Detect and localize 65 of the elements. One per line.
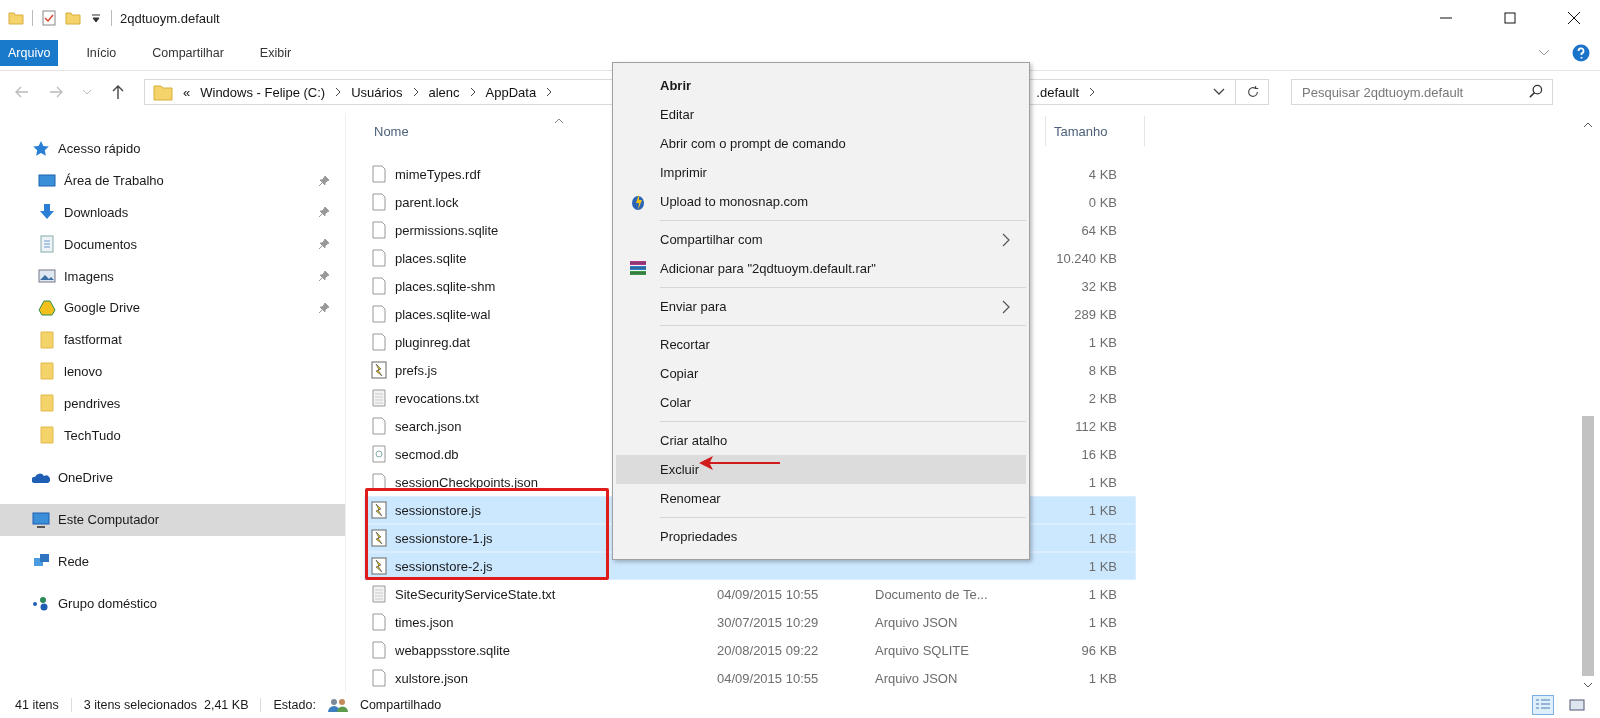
nav-label: Grupo doméstico <box>58 595 157 611</box>
file-name: places.sqlite-shm <box>395 278 496 294</box>
size-cell: 1 KB <box>1088 670 1117 686</box>
nav-label: pendrives <box>64 395 121 411</box>
file-name: webappsstore.sqlite <box>395 642 510 658</box>
size-cell: 1 KB <box>1088 530 1117 546</box>
type-cell: Documento de Te... <box>875 586 988 602</box>
file-name: sessionstore.js <box>395 502 481 518</box>
file-name: places.sqlite-wal <box>395 306 491 322</box>
date-cell: 20/08/2015 09:22 <box>717 642 819 658</box>
size-cell: 289 KB <box>1074 306 1117 322</box>
item-count: 41 itens <box>15 698 59 712</box>
nav-label: Área de Trabalho <box>64 173 164 189</box>
size-cell: 1 KB <box>1088 558 1117 574</box>
nav-label: OneDrive <box>58 470 113 486</box>
type-cell: Arquivo JSON <box>875 614 958 630</box>
state-value: Compartilhado <box>359 698 442 712</box>
nav-label: Acesso rápido <box>58 141 141 157</box>
selection-info: 3 itens selecionados 2,41 KB <box>83 698 249 712</box>
size-cell: 112 KB <box>1075 418 1117 434</box>
file-name: revocations.txt <box>395 390 479 406</box>
nav-label: fastformat <box>64 332 122 348</box>
file-name: sessionstore-2.js <box>395 558 493 574</box>
state-label: Estado: <box>273 698 316 712</box>
size-cell: 32 KB <box>1081 278 1117 294</box>
type-cell: Arquivo SQLITE <box>875 642 969 658</box>
size-cell: 8 KB <box>1088 362 1117 378</box>
file-name: parent.lock <box>395 194 459 210</box>
nav-label: Google Drive <box>64 300 140 316</box>
window-title: 2qdtuoym.default <box>120 10 220 26</box>
file-name: prefs.js <box>395 362 437 378</box>
nav-label: lenovo <box>64 363 103 379</box>
file-name: sessionstore-1.js <box>395 530 493 546</box>
file-name: mimeTypes.rdf <box>395 166 481 182</box>
size-cell: 1 KB <box>1088 614 1117 630</box>
nav-label: Documentos <box>64 236 137 252</box>
date-cell: 30/07/2015 10:29 <box>717 614 819 630</box>
size-cell: 1 KB <box>1088 334 1117 350</box>
file-name: sessionCheckpoints.json <box>395 474 539 490</box>
nav-label: Downloads <box>64 205 129 220</box>
size-cell: 2 KB <box>1088 390 1117 406</box>
size-cell: 10.240 KB <box>1056 250 1117 266</box>
size-cell: 96 KB <box>1081 642 1117 658</box>
file-name: xulstore.json <box>395 670 468 686</box>
nav-label: Este Computador <box>58 512 160 528</box>
size-cell: 1 KB <box>1088 586 1117 602</box>
size-cell: 16 KB <box>1081 446 1117 462</box>
file-name: SiteSecurityServiceState.txt <box>395 586 556 602</box>
file-name: pluginreg.dat <box>395 334 471 350</box>
size-cell: 64 KB <box>1081 222 1117 238</box>
size-cell: 1 KB <box>1088 502 1117 518</box>
size-cell: 1 KB <box>1088 474 1117 490</box>
date-cell: 04/09/2015 10:55 <box>717 670 819 686</box>
nav-label: Rede <box>58 553 90 569</box>
file-name: search.json <box>395 418 462 434</box>
date-cell: 04/09/2015 10:55 <box>717 586 819 602</box>
file-name: secmod.db <box>395 446 459 462</box>
file-name: times.json <box>395 614 454 630</box>
file-name: permissions.sqlite <box>395 222 499 238</box>
nav-label: Imagens <box>64 268 114 284</box>
nav-label: TechTudo <box>64 427 121 443</box>
type-cell: Arquivo JSON <box>875 670 958 686</box>
size-cell: 4 KB <box>1088 166 1117 182</box>
file-name: places.sqlite <box>395 250 467 266</box>
size-cell: 0 KB <box>1088 194 1117 210</box>
